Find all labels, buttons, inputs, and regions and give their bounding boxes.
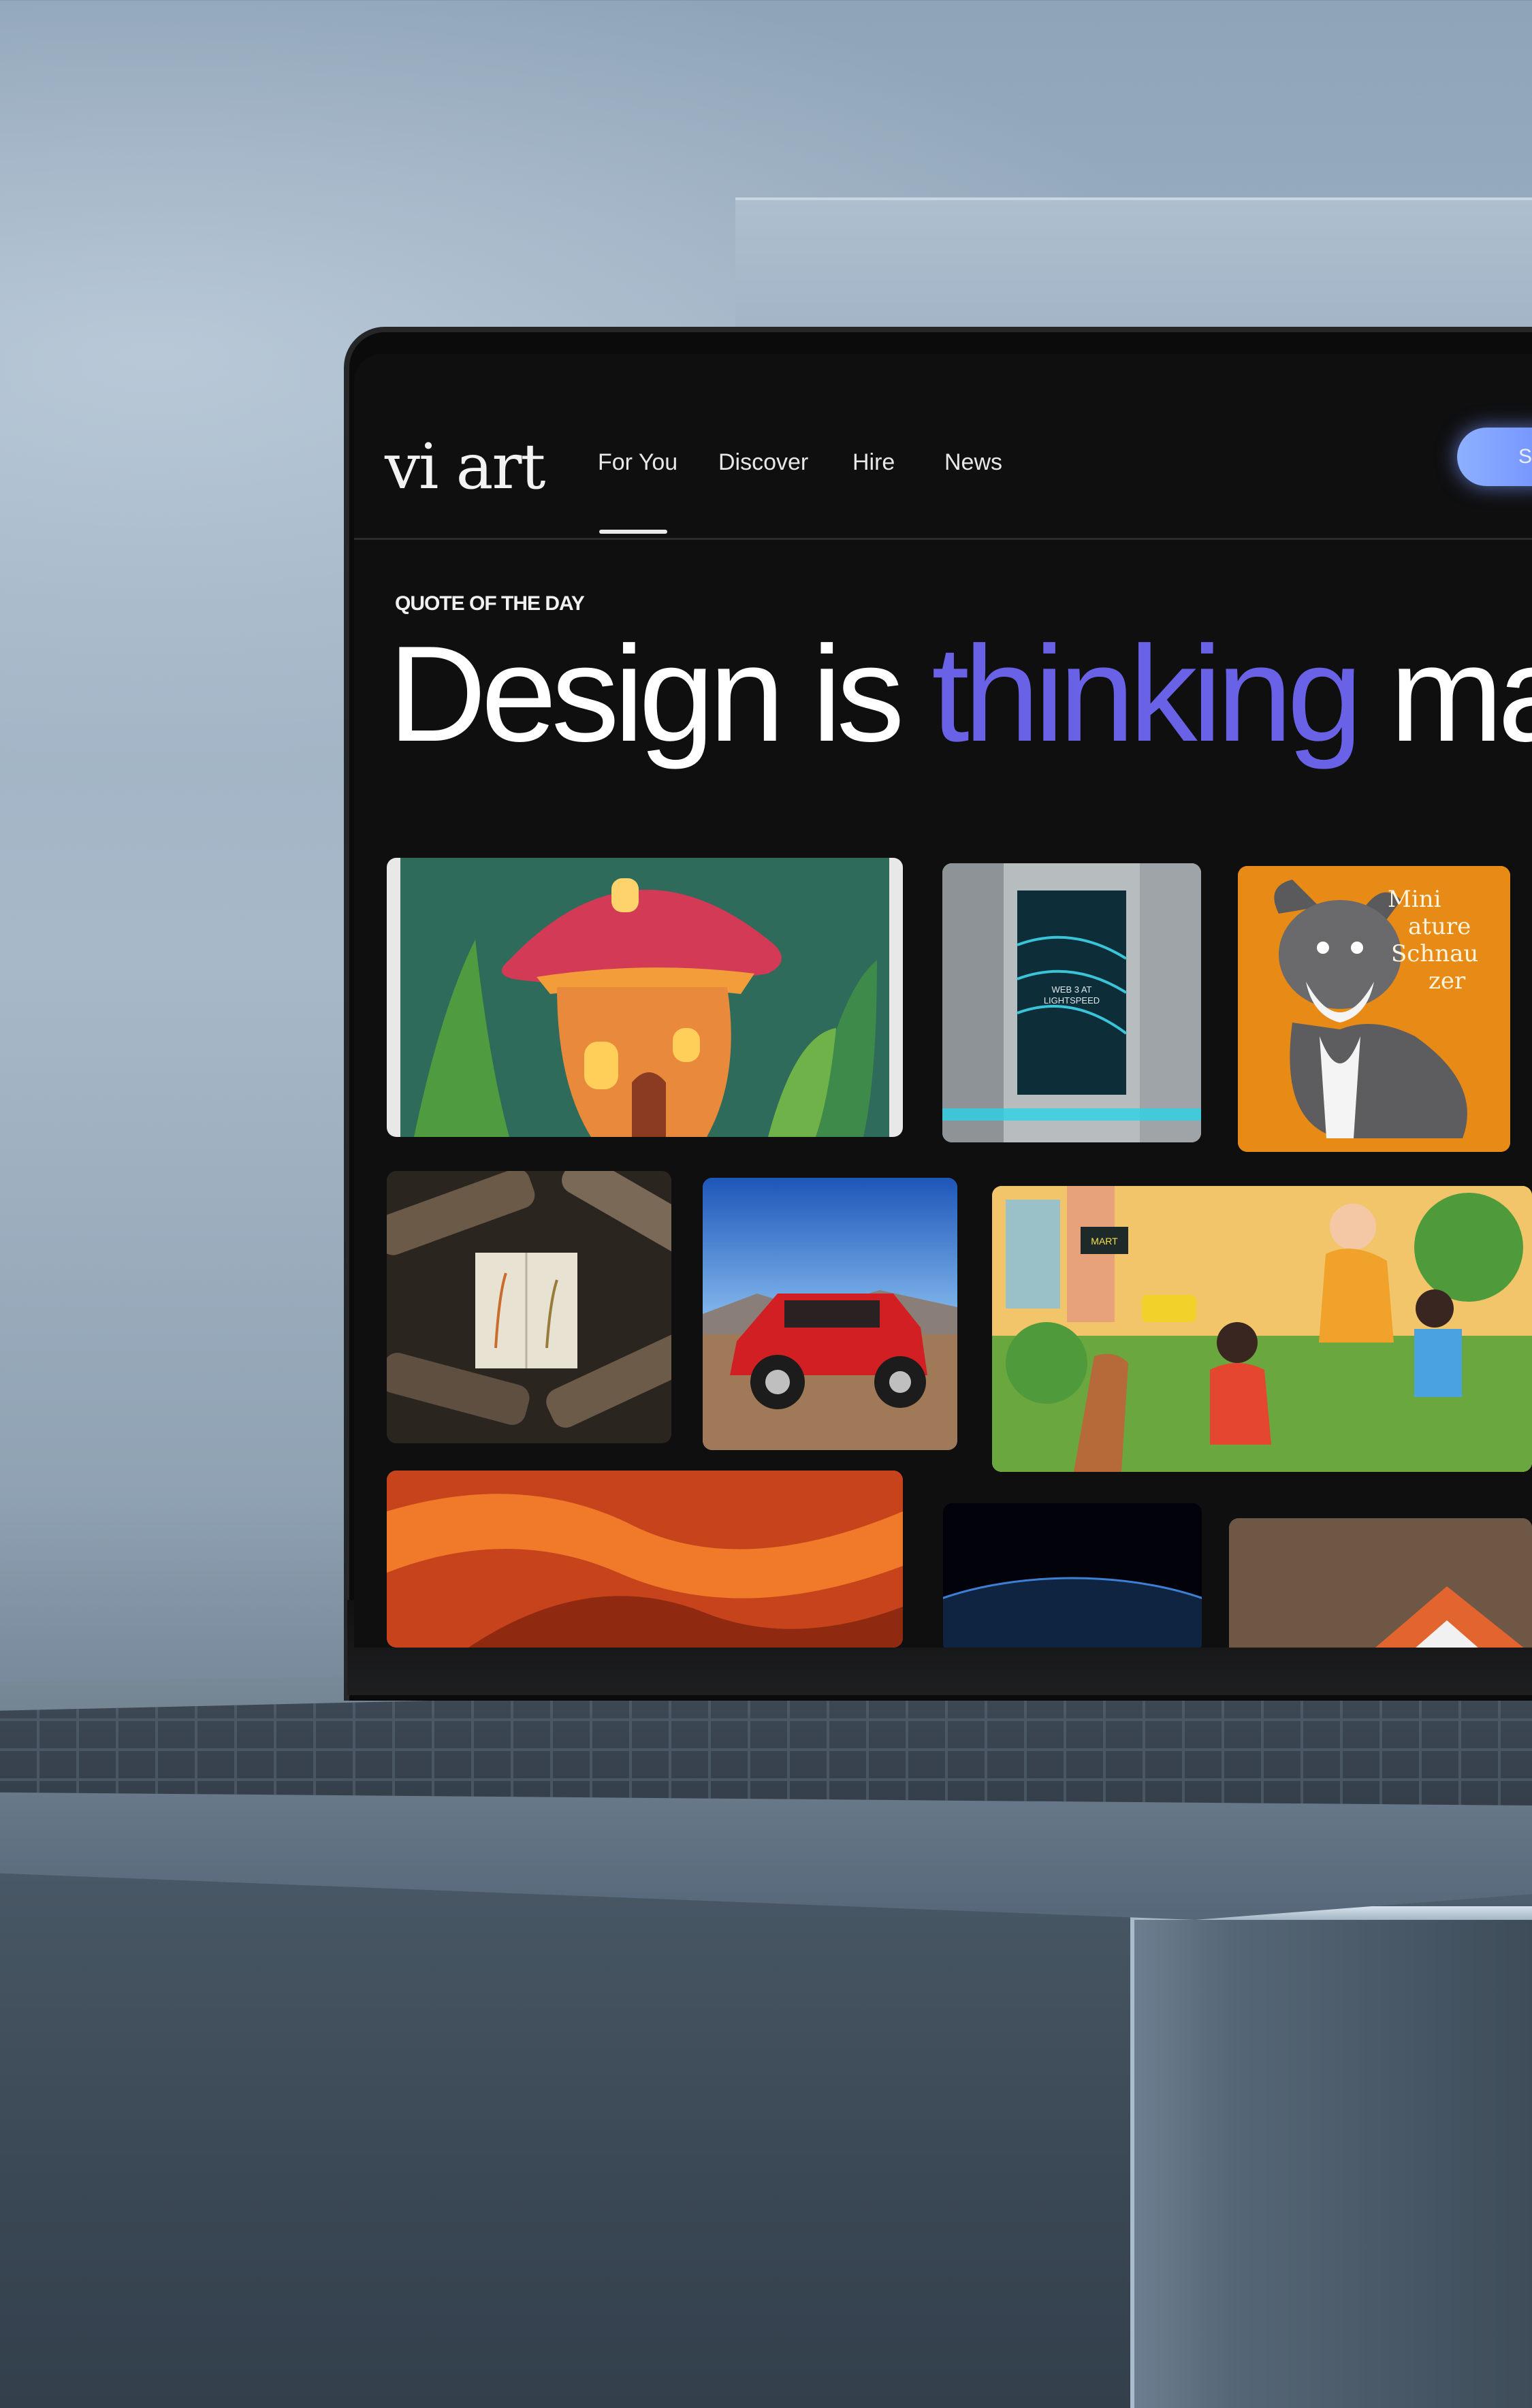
gallery-tile-wood[interactable] xyxy=(387,1171,671,1443)
gallery-tile-jeep[interactable] xyxy=(703,1178,957,1450)
headline-part-1: Design is xyxy=(388,618,932,770)
quote-label: QUOTE OF THE DAY xyxy=(395,592,585,615)
pedestal-front xyxy=(0,1852,1130,2408)
svg-text:Schnau: Schnau xyxy=(1391,940,1478,967)
nav-active-indicator xyxy=(599,530,667,534)
svg-text:LIGHTSPEED: LIGHTSPEED xyxy=(1044,995,1100,1006)
mushroom-house-image xyxy=(400,858,889,1137)
vipart-logo[interactable]: vi art xyxy=(385,430,545,503)
abstract-shape-image xyxy=(1229,1518,1532,1648)
nav-for-you[interactable]: For You xyxy=(598,449,677,476)
nav-hire[interactable]: Hire xyxy=(852,449,895,476)
pedestal-side xyxy=(1130,1920,1532,2408)
svg-text:zer: zer xyxy=(1429,967,1466,995)
gallery-tile-mushroom[interactable] xyxy=(387,858,903,1137)
wood-and-book-image xyxy=(387,1171,671,1443)
corridor-render-image: WEB 3 AT LIGHTSPEED xyxy=(942,863,1201,1142)
headline-accent: thinking xyxy=(931,618,1362,770)
nav-discover[interactable]: Discover xyxy=(718,449,808,476)
orange-fabric-image xyxy=(387,1471,903,1648)
quote-headline: Design is thinking made v xyxy=(388,626,1532,762)
schnauzer-illustration-image: Mini ature Schnau zer xyxy=(1238,866,1510,1152)
red-jeep-image xyxy=(703,1178,957,1450)
gallery-tile-fabric[interactable] xyxy=(387,1471,903,1648)
laptop-screen: vi art For You Discover Hire News Sh QUO… xyxy=(354,354,1532,1648)
svg-text:ature: ature xyxy=(1408,913,1471,940)
earth-night-image xyxy=(943,1503,1202,1648)
nav-news[interactable]: News xyxy=(944,449,1002,476)
svg-text:WEB 3 AT: WEB 3 AT xyxy=(1052,984,1092,995)
svg-text:Mini: Mini xyxy=(1388,886,1441,913)
gallery-tile-abstract[interactable] xyxy=(1229,1518,1532,1648)
top-nav: vi art For You Discover Hire News Sh xyxy=(354,354,1532,540)
family-garden-image: MART xyxy=(992,1186,1532,1472)
gallery-tile-schnauzer[interactable]: Mini ature Schnau zer xyxy=(1238,866,1510,1152)
share-button[interactable]: Sh xyxy=(1457,428,1532,486)
gallery-tile-garden[interactable]: MART xyxy=(992,1186,1532,1472)
gallery-tile-earth[interactable] xyxy=(943,1503,1202,1648)
svg-text:MART: MART xyxy=(1091,1236,1118,1247)
gallery-tile-corridor[interactable]: WEB 3 AT LIGHTSPEED xyxy=(942,863,1201,1142)
headline-part-2: made v xyxy=(1390,618,1532,770)
